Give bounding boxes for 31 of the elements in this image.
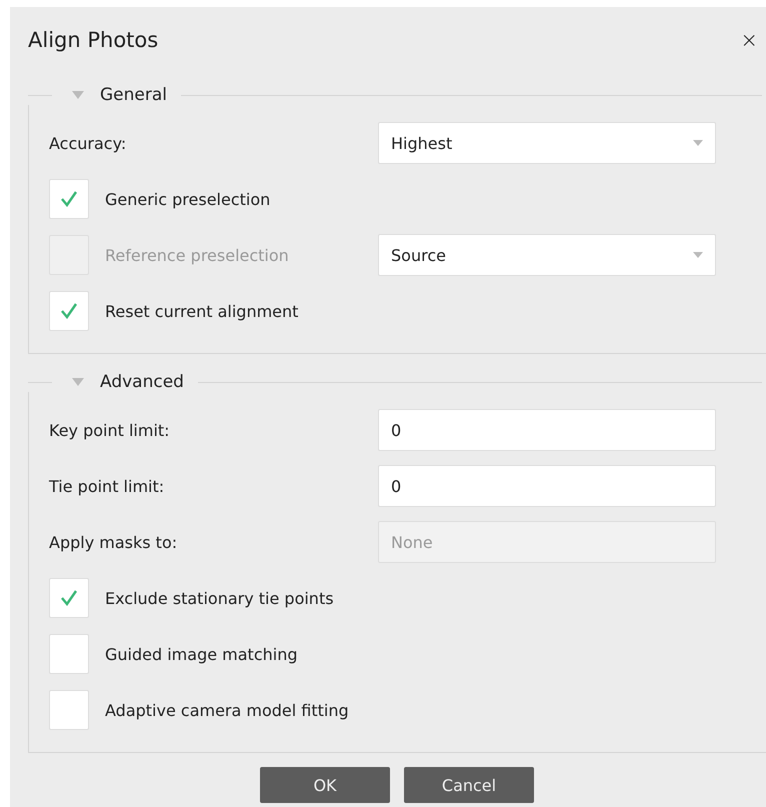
check-icon: [60, 303, 78, 319]
collapse-arrow-icon[interactable]: [72, 91, 84, 99]
window-title: Align Photos: [28, 28, 158, 52]
section-title: Advanced: [100, 372, 184, 392]
checkbox-label: Reset current alignment: [105, 302, 300, 320]
dialog-button[interactable]: Cancel: [404, 767, 534, 803]
check-icon: [60, 590, 78, 606]
section-title: General: [100, 85, 167, 105]
checkbox[interactable]: [49, 179, 89, 219]
checkbox-label: Generic preselection: [105, 190, 272, 208]
dropdown-arrow-icon: [693, 140, 703, 146]
checkbox[interactable]: [49, 690, 89, 730]
check-icon: [60, 191, 78, 207]
field-label: Accuracy:: [49, 134, 128, 152]
checkbox-label: Adaptive camera model fitting: [105, 700, 350, 720]
checkbox[interactable]: [49, 291, 89, 331]
checkbox-label: Exclude stationary tie points: [105, 588, 335, 608]
checkbox[interactable]: [49, 634, 89, 674]
field-label: Key point limit:: [49, 420, 171, 440]
checkbox-label: Guided image matching: [105, 644, 298, 664]
collapse-arrow-icon[interactable]: [72, 378, 84, 386]
field-label: Tie point limit:: [49, 476, 166, 496]
dialog-button[interactable]: OK: [260, 767, 390, 803]
input-field[interactable]: 0: [378, 465, 716, 507]
dropdown-arrow-icon: [693, 252, 703, 258]
input-field[interactable]: 0: [378, 409, 716, 451]
close-button[interactable]: ×: [740, 30, 758, 50]
field-label: Apply masks to:: [49, 532, 178, 552]
dropdown[interactable]: Highest: [378, 122, 716, 164]
checkbox-label: Reference preselection: [105, 246, 290, 264]
checkbox[interactable]: [49, 578, 89, 618]
